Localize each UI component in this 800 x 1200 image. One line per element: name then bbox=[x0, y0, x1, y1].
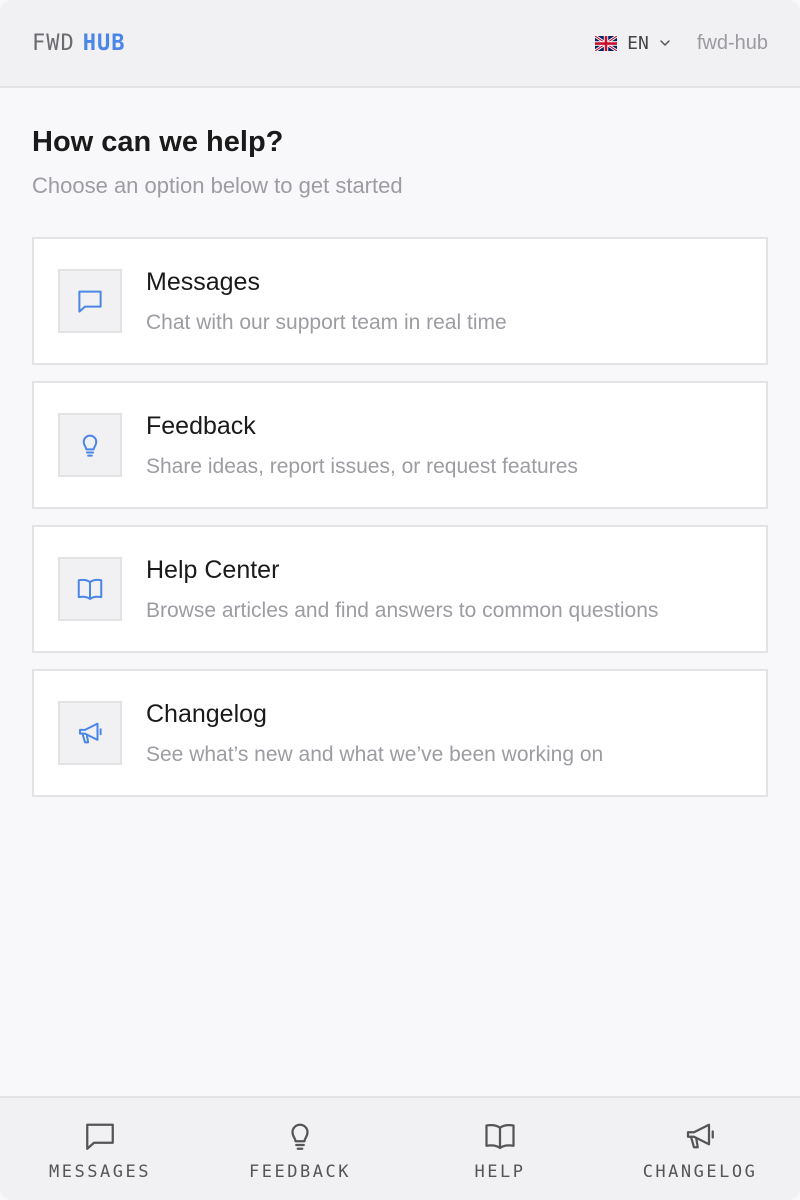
card-title: Feedback bbox=[146, 411, 256, 440]
changelog-card-icon-box bbox=[58, 701, 122, 765]
changelog-card[interactable]: Changelog See what’s new and what we’ve … bbox=[32, 669, 768, 797]
card-description: See what’s new and what we’ve been worki… bbox=[146, 742, 604, 766]
help-center-card[interactable]: Help Center Browse articles and find ans… bbox=[32, 525, 768, 653]
nav-tab-messages[interactable]: MESSAGES bbox=[0, 1098, 200, 1200]
feedback-card[interactable]: Feedback Share ideas, report issues, or … bbox=[32, 381, 768, 509]
lightbulb-icon bbox=[291, 1123, 309, 1150]
logo-prefix: FWD bbox=[32, 30, 75, 56]
chat-bubble-icon bbox=[78, 290, 102, 313]
main-content: How can we help? Choose an option below … bbox=[32, 88, 768, 797]
messages-card-icon-box bbox=[58, 269, 122, 333]
nav-label: FEEDBACK bbox=[249, 1162, 351, 1182]
nav-label: MESSAGES bbox=[49, 1162, 151, 1182]
support-hub-window: FWD HUB EN fwd-hub How can we help? Choo… bbox=[0, 0, 800, 1200]
messages-card-text: Messages Chat with our support team in r… bbox=[146, 268, 507, 335]
card-title: Messages bbox=[146, 267, 260, 296]
option-list: Messages Chat with our support team in r… bbox=[32, 237, 768, 797]
card-description: Chat with our support team in real time bbox=[146, 310, 507, 334]
header-right: EN fwd-hub bbox=[595, 32, 768, 55]
help-center-card-text: Help Center Browse articles and find ans… bbox=[146, 556, 658, 623]
nav-tab-changelog[interactable]: CHANGELOG bbox=[600, 1098, 800, 1200]
feedback-card-icon-box bbox=[58, 413, 122, 477]
megaphone-icon bbox=[686, 1123, 714, 1149]
account-name[interactable]: fwd-hub bbox=[697, 32, 768, 55]
nav-tab-help[interactable]: HELP bbox=[400, 1098, 600, 1200]
logo-suffix: HUB bbox=[82, 30, 126, 56]
header: FWD HUB EN fwd-hub bbox=[0, 0, 800, 88]
page-subtitle: Choose an option below to get started bbox=[32, 173, 403, 198]
card-description: Share ideas, report issues, or request f… bbox=[146, 454, 578, 478]
megaphone-icon bbox=[79, 722, 102, 744]
card-title: Changelog bbox=[146, 699, 267, 728]
card-title: Help Center bbox=[146, 555, 280, 584]
card-description: Browse articles and find answers to comm… bbox=[146, 598, 659, 622]
book-icon bbox=[77, 578, 103, 600]
feedback-card-text: Feedback Share ideas, report issues, or … bbox=[146, 412, 578, 479]
nav-tab-feedback[interactable]: FEEDBACK bbox=[200, 1098, 400, 1200]
uk-flag-icon bbox=[595, 35, 618, 51]
logo[interactable]: FWD HUB bbox=[32, 31, 126, 56]
language-label: EN bbox=[627, 32, 649, 54]
chat-bubble-icon bbox=[86, 1123, 114, 1150]
help-center-card-icon-box bbox=[58, 557, 122, 621]
nav-label: CHANGELOG bbox=[642, 1162, 758, 1182]
changelog-card-text: Changelog See what’s new and what we’ve … bbox=[146, 700, 603, 767]
book-icon bbox=[485, 1123, 515, 1150]
bottom-nav: MESSAGES FEEDBACK HELP CHANGELOG bbox=[0, 1096, 800, 1200]
page-title: How can we help? bbox=[32, 126, 284, 158]
nav-label: HELP bbox=[474, 1162, 526, 1182]
language-selector[interactable]: EN bbox=[595, 33, 671, 54]
chevron-down-icon bbox=[660, 40, 670, 46]
lightbulb-icon bbox=[82, 434, 98, 457]
messages-card[interactable]: Messages Chat with our support team in r… bbox=[32, 237, 768, 365]
